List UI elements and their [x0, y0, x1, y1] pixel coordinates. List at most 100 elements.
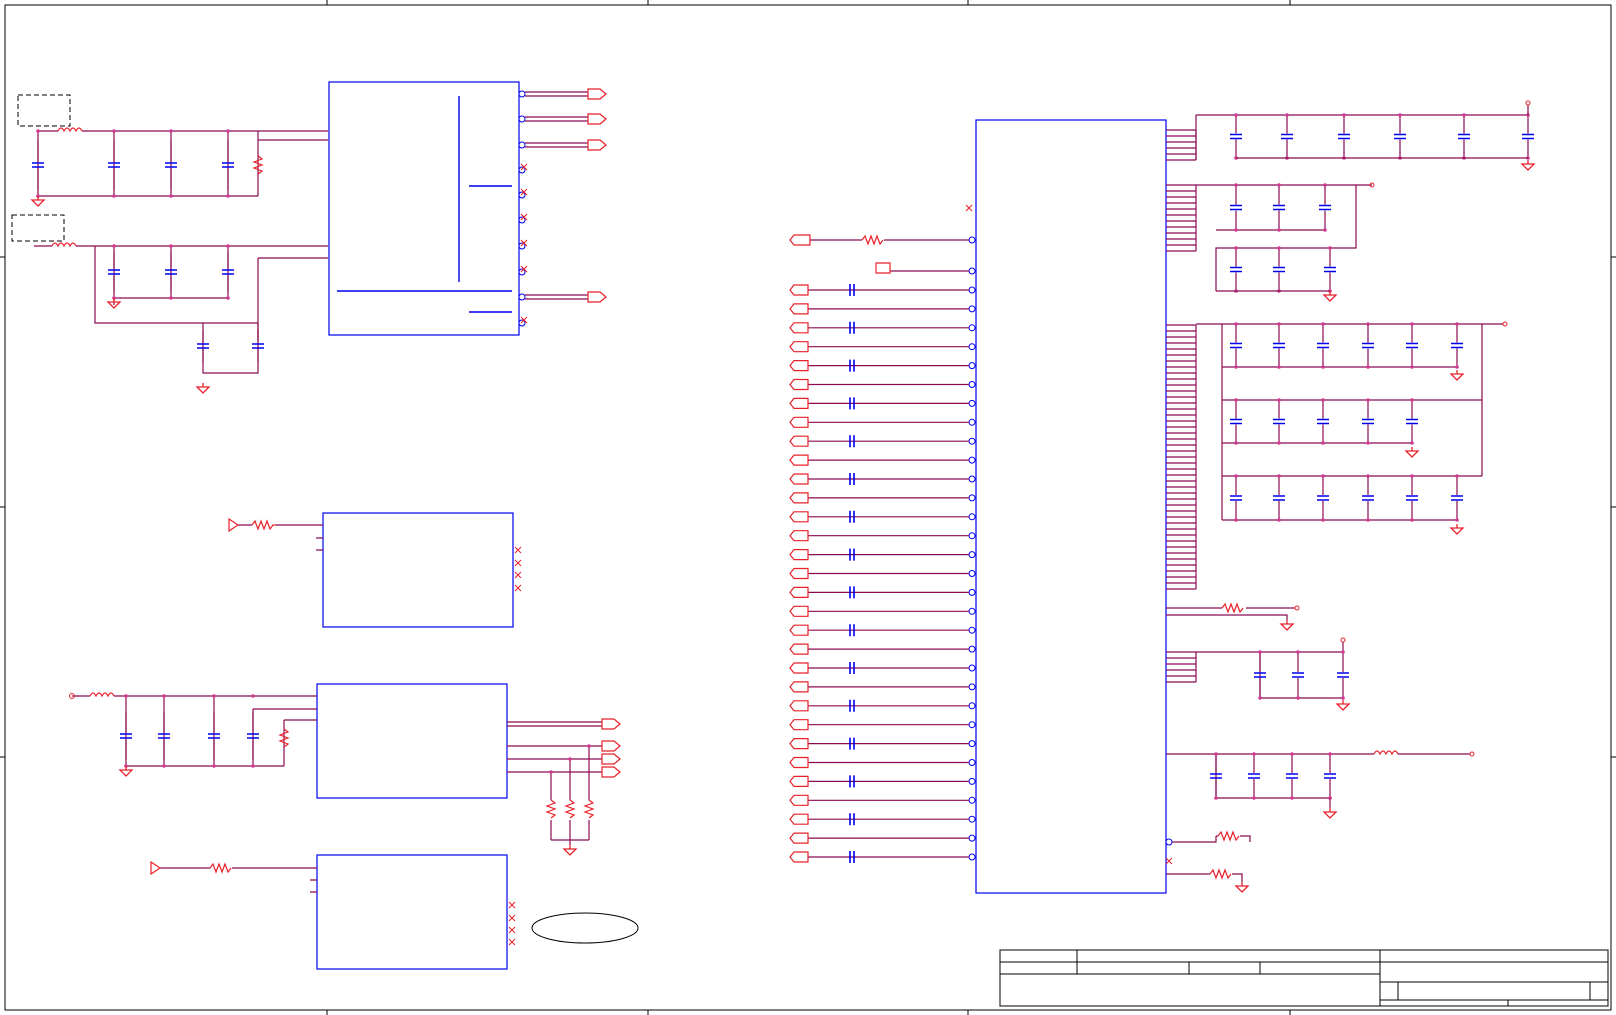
offpage-port	[789, 567, 809, 580]
offpage-port	[789, 397, 809, 409]
capacitor	[1317, 418, 1329, 425]
junction-dot	[587, 744, 591, 748]
resistor	[1221, 602, 1244, 614]
no-connect-mark	[514, 559, 522, 567]
ground-symbol	[1404, 447, 1420, 458]
junction-dot	[1321, 322, 1325, 326]
pin	[968, 570, 976, 577]
pin	[968, 759, 976, 766]
offpage-port	[789, 624, 809, 636]
offpage-port	[789, 794, 809, 806]
pin	[968, 324, 976, 332]
main-ic-section	[789, 100, 1536, 894]
pin	[968, 267, 976, 275]
capacitor	[1230, 133, 1242, 140]
capacitor	[1317, 495, 1329, 501]
junction-dot	[1323, 228, 1327, 232]
pin	[968, 418, 976, 426]
main-ic-right-power	[1165, 100, 1536, 893]
offpage-port	[789, 719, 809, 731]
schematic-sheet	[0, 0, 1616, 1015]
offpage-port	[789, 492, 809, 504]
capacitor	[1362, 495, 1374, 501]
offpage-port	[789, 700, 809, 712]
junction-dot	[1258, 696, 1262, 700]
main-ic-left-signals	[789, 204, 976, 863]
offpage-port	[789, 303, 809, 315]
junction-dot	[36, 129, 40, 133]
junction-dot	[212, 764, 216, 768]
junction-dot	[1252, 752, 1256, 756]
offpage-port	[789, 378, 809, 391]
offpage-port	[789, 832, 809, 844]
capacitor	[1273, 418, 1285, 425]
junction-dot	[1277, 322, 1281, 326]
power-flag	[1502, 321, 1508, 327]
offpage-port	[587, 113, 607, 125]
capacitor	[1406, 495, 1418, 501]
junction-dot	[1321, 365, 1325, 369]
junction-dot	[226, 194, 230, 198]
supply1-decoupling-caps	[30, 129, 234, 207]
junction-dot	[1252, 796, 1256, 800]
pin	[968, 721, 976, 729]
top-left-ic-pins	[518, 88, 607, 327]
inductor-l2	[51, 242, 77, 248]
junction-dot	[112, 129, 116, 133]
offpage-port	[601, 740, 621, 752]
ground-symbol	[1335, 700, 1351, 711]
junction-dot	[226, 296, 230, 300]
capacitor	[1230, 204, 1242, 211]
pin	[968, 834, 976, 842]
capacitor	[1273, 495, 1285, 501]
offpage-port	[789, 549, 809, 561]
ground-symbol	[1322, 291, 1338, 302]
ground-symbol	[1279, 620, 1295, 631]
pin	[968, 626, 976, 634]
pin	[518, 319, 526, 327]
capacitor	[1394, 133, 1406, 140]
offpage-port	[789, 756, 809, 769]
no-connect-mark	[508, 914, 516, 922]
offpage-port	[789, 511, 809, 523]
offpage-port	[789, 234, 811, 246]
power-flag	[1340, 637, 1346, 643]
junction-dot	[1341, 650, 1345, 654]
offpage-port	[587, 139, 607, 151]
junction-dot	[1328, 246, 1332, 250]
pullup-resistor	[583, 799, 595, 819]
pin	[968, 588, 976, 596]
supply2-decoupling-caps	[106, 244, 264, 394]
title-block	[999, 949, 1609, 1007]
offpage-port	[789, 738, 809, 750]
no-connect-mark	[508, 938, 516, 946]
junction-dot	[1366, 441, 1370, 445]
inductor-l1	[57, 127, 83, 133]
offpage-port	[789, 662, 809, 674]
ground-symbol	[1449, 370, 1465, 381]
capacitor	[1324, 266, 1336, 273]
capacitor	[1337, 672, 1349, 678]
offpage-port	[789, 454, 809, 466]
pin	[518, 242, 526, 250]
ground-symbol	[562, 845, 578, 856]
junction-dot	[169, 296, 173, 300]
pin	[968, 607, 976, 615]
junction-dot	[1321, 441, 1325, 445]
ground-symbol	[1520, 160, 1536, 171]
offpage-port	[789, 851, 809, 863]
junction-dot	[1366, 518, 1370, 522]
junction-dot	[1296, 650, 1300, 654]
pin	[518, 166, 526, 174]
mid-left-ic-section	[228, 512, 522, 628]
lower-left-decoupling-caps	[118, 694, 259, 777]
mid-left-ic-nc-pins	[514, 546, 522, 592]
lower-left-ic-body	[316, 683, 508, 799]
offpage-port	[789, 605, 809, 617]
junction-dot	[1410, 365, 1414, 369]
bottom-left-ic-body	[316, 854, 508, 970]
pin	[968, 456, 976, 464]
junction-dot	[124, 694, 128, 698]
junction-dot	[1234, 474, 1238, 478]
pin	[968, 475, 976, 483]
